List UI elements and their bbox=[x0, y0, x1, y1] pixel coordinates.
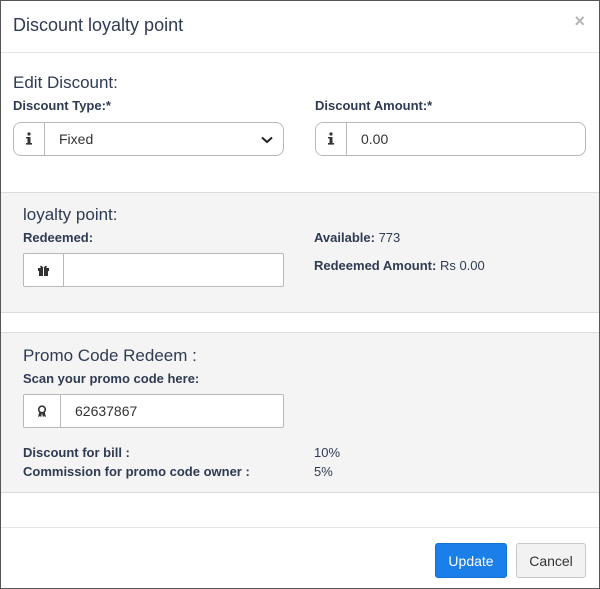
loyalty-heading: loyalty point: bbox=[23, 205, 118, 224]
redeemed-amount-value: Rs 0.00 bbox=[439, 258, 485, 273]
modal-header: Discount loyalty point × bbox=[1, 1, 599, 53]
promo-code-group: 62637867 bbox=[23, 394, 284, 428]
discount-type-value: Fixed bbox=[59, 131, 94, 147]
available-label: Available: bbox=[314, 230, 375, 245]
info-icon bbox=[14, 123, 45, 155]
redeemed-input[interactable] bbox=[64, 254, 283, 286]
commission-label: Commission for promo code owner : bbox=[23, 464, 250, 479]
edit-discount-heading: Edit Discount: bbox=[13, 73, 118, 92]
discount-amount-input[interactable]: 0.00 bbox=[347, 123, 585, 155]
promo-code-input[interactable]: 62637867 bbox=[61, 395, 283, 427]
close-icon[interactable]: × bbox=[574, 11, 585, 32]
discount-type-group: Fixed bbox=[13, 122, 284, 156]
info-icon bbox=[316, 123, 347, 155]
promo-heading: Promo Code Redeem : bbox=[23, 346, 197, 365]
discount-for-bill-value: 10% bbox=[314, 445, 341, 460]
chevron-down-icon bbox=[261, 131, 273, 147]
redeemed-label: Redeemed: bbox=[23, 230, 94, 245]
award-icon bbox=[24, 395, 61, 427]
scan-promo-label: Scan your promo code here: bbox=[23, 371, 200, 386]
update-button[interactable]: Update bbox=[435, 543, 507, 578]
discount-amount-group: 0.00 bbox=[315, 122, 586, 156]
available-value: 773 bbox=[378, 230, 401, 245]
loyalty-section: loyalty point: Redeemed: Available: 773 … bbox=[1, 192, 599, 313]
footer-divider bbox=[1, 527, 599, 528]
available-row: Available: 773 bbox=[314, 230, 400, 245]
gift-icon bbox=[24, 254, 64, 286]
redeemed-amount-row: Redeemed Amount: Rs 0.00 bbox=[314, 258, 485, 273]
modal-title: Discount loyalty point bbox=[13, 15, 184, 35]
discount-type-label: Discount Type:* bbox=[13, 98, 111, 113]
promo-section: Promo Code Redeem : Scan your promo code… bbox=[1, 332, 599, 493]
discount-type-select[interactable]: Fixed bbox=[45, 123, 283, 155]
commission-value: 5% bbox=[314, 464, 333, 479]
discount-modal: Discount loyalty point × Edit Discount: … bbox=[0, 0, 600, 589]
discount-for-bill-label: Discount for bill : bbox=[23, 445, 130, 460]
redeemed-amount-label: Redeemed Amount: bbox=[314, 258, 437, 273]
cancel-button[interactable]: Cancel bbox=[516, 543, 586, 578]
discount-amount-label: Discount Amount:* bbox=[315, 98, 433, 113]
redeemed-group bbox=[23, 253, 284, 287]
